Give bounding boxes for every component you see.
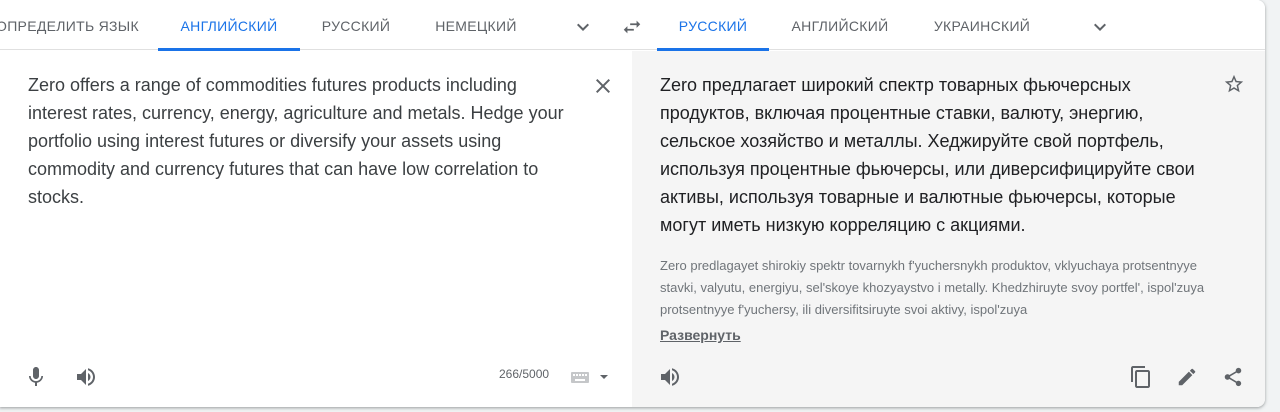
speaker-icon [661,368,679,386]
transliteration-text: Zero predlagayet shirokiy spektr tovarny… [660,258,1205,317]
tab-source-german[interactable]: НЕМЕЦКИЙ [412,0,540,50]
share-translation-button[interactable] [1220,364,1246,390]
clear-source-button[interactable] [590,73,616,99]
translation-text: Zero предлагает широкий спектр товарных … [660,75,1195,235]
source-pane: Zero offers a range of commodities futur… [0,51,632,407]
target-language-more-button[interactable] [1086,13,1114,41]
swap-icon [623,20,641,34]
chevron-down-icon [577,23,589,31]
copy-icon [1131,366,1150,388]
swap-languages-button[interactable] [617,12,647,42]
star-icon [1224,74,1244,93]
listen-source-button[interactable] [73,364,99,390]
microphone-icon [29,367,43,386]
tab-target-ukrainian[interactable]: УКРАИНСКИЙ [911,0,1053,50]
close-icon [596,79,610,93]
speaker-icon [77,368,95,386]
tab-source-english[interactable]: АНГЛИЙСКИЙ [158,0,300,51]
copy-translation-button[interactable] [1128,364,1154,390]
caret-down-icon [600,375,608,379]
expand-link[interactable]: Развернуть [660,327,741,343]
chevron-down-icon [1094,23,1106,31]
character-count: 266/5000 [499,367,550,381]
translation-pane: Zero предлагает широкий спектр товарных … [632,51,1265,407]
save-translation-button[interactable] [1221,71,1247,97]
source-text-input[interactable]: Zero offers a range of commodities futur… [28,71,573,211]
tab-source-russian[interactable]: РУССКИЙ [300,0,412,50]
input-tools-button[interactable] [568,367,612,387]
tab-target-english[interactable]: АНГЛИЙСКИЙ [769,0,911,50]
tab-detect-language[interactable]: ОПРЕДЕЛИТЬ ЯЗЫК [0,0,139,50]
translate-card: ОПРЕДЕЛИТЬ ЯЗЫК АНГЛИЙСКИЙ РУССКИЙ НЕМЕЦ… [0,0,1265,407]
tab-target-russian[interactable]: РУССКИЙ [657,0,769,51]
language-tab-bar: ОПРЕДЕЛИТЬ ЯЗЫК АНГЛИЙСКИЙ РУССКИЙ НЕМЕЦ… [0,0,1265,51]
keyboard-icon [571,372,589,383]
share-icon [1224,367,1242,387]
listen-translation-button[interactable] [657,364,683,390]
edit-translation-button[interactable] [1174,364,1200,390]
pencil-icon [1178,368,1196,386]
voice-input-button[interactable] [23,364,49,390]
source-language-more-button[interactable] [569,13,597,41]
